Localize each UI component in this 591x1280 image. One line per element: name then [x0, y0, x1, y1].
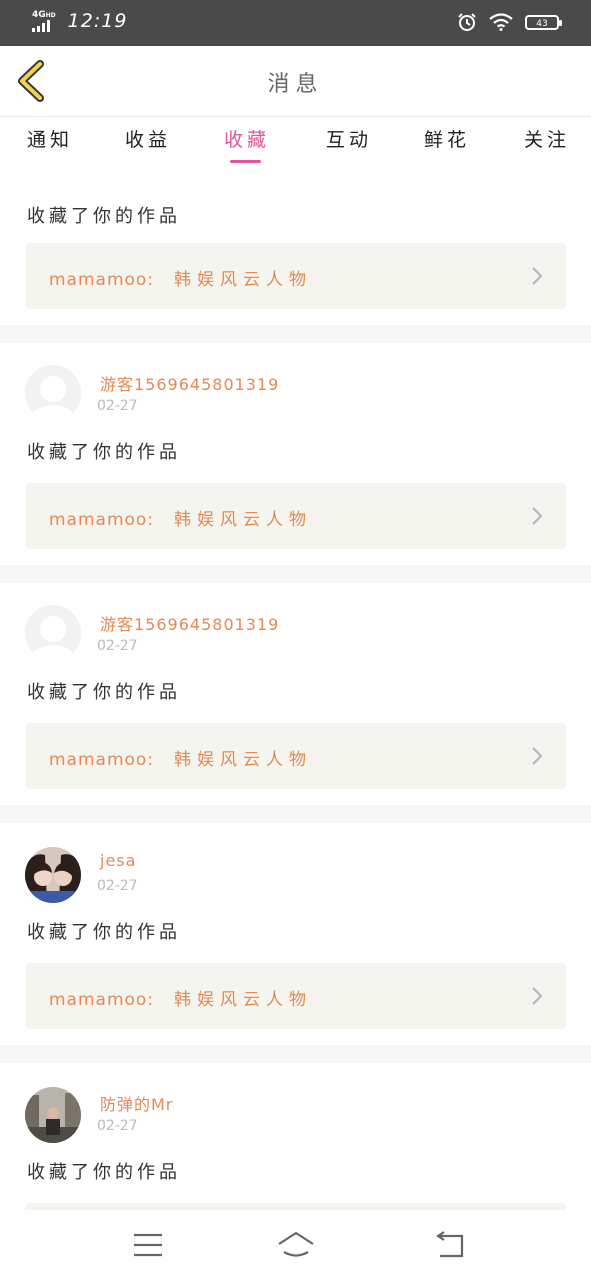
message-date: 02-27	[97, 1118, 138, 1134]
signal-icon	[32, 19, 56, 32]
status-left: 4GHD 12:19	[32, 10, 127, 32]
menu-icon[interactable]	[128, 1228, 168, 1262]
default-avatar-icon	[25, 365, 81, 421]
divider	[0, 565, 591, 583]
tab-interactions[interactable]: 互动	[326, 125, 372, 152]
username[interactable]: 游客1569645801319	[100, 371, 279, 395]
tab-notifications[interactable]: 通知	[27, 125, 73, 152]
message-action: 收藏了你的作品	[27, 682, 181, 703]
work-link[interactable]: mamamoo: 韩娱风云人物	[25, 963, 566, 1029]
username[interactable]: jesa	[100, 851, 136, 870]
work-author: mamamoo:	[49, 750, 155, 770]
list-item: jesa 02-27 收藏了你的作品 mamamoo: 韩娱风云人物	[0, 823, 591, 1043]
username[interactable]: 游客1569645801319	[100, 611, 279, 635]
battery-level: 43	[536, 18, 548, 29]
message-action: 收藏了你的作品	[27, 1162, 181, 1183]
wifi-icon	[489, 13, 513, 31]
work-title: mamamoo: 韩娱风云人物	[49, 745, 312, 770]
network-type: 4G	[32, 9, 46, 20]
work-title: mamamoo: 韩娱风云人物	[49, 265, 312, 290]
work-link[interactable]: mamamoo: 韩娱风云人物	[25, 243, 566, 309]
tab-bar: 通知 收益 收藏 互动 鲜花 关注	[0, 117, 591, 165]
avatar[interactable]	[25, 1087, 81, 1143]
work-link[interactable]: mamamoo: 韩娱风云人物	[25, 483, 566, 549]
work-name: 韩娱风云人物	[174, 750, 313, 770]
network-indicator: 4GHD	[32, 9, 56, 32]
message-date: 02-27	[97, 398, 138, 414]
clock: 12:19	[67, 10, 128, 32]
network-hd: HD	[45, 11, 56, 19]
message-action: 收藏了你的作品	[27, 922, 181, 943]
work-link[interactable]: mamamoo: 韩娱风云人物	[25, 723, 566, 789]
work-name: 韩娱风云人物	[174, 270, 313, 290]
status-right: 43	[457, 12, 562, 32]
battery-icon: 43	[525, 14, 562, 30]
username[interactable]: 防弹的Mr	[100, 1091, 173, 1115]
home-icon[interactable]	[276, 1228, 316, 1262]
system-nav-bar	[0, 1210, 591, 1280]
message-date: 02-27	[97, 878, 138, 894]
chevron-right-icon	[532, 987, 543, 1005]
status-bar: 4GHD 12:19 43	[0, 0, 591, 46]
active-tab-indicator	[230, 160, 261, 163]
tab-follows[interactable]: 关注	[524, 125, 570, 152]
back-icon[interactable]	[430, 1228, 470, 1262]
avatar[interactable]	[25, 365, 81, 421]
page-title: 消息	[267, 72, 324, 97]
message-action: 收藏了你的作品	[27, 442, 181, 463]
divider	[0, 325, 591, 343]
alarm-icon	[458, 13, 476, 31]
work-name: 韩娱风云人物	[174, 990, 313, 1010]
list-item: 游客1569645801319 02-27 收藏了你的作品 mamamoo: 韩娱…	[0, 583, 591, 803]
work-author: mamamoo:	[49, 270, 155, 290]
avatar-photo	[25, 847, 81, 903]
work-title: mamamoo: 韩娱风云人物	[49, 505, 312, 530]
list-item: 游客1569645801319 02-27 收藏了你的作品 mamamoo: 韩娱…	[0, 343, 591, 563]
avatar-photo	[25, 1087, 81, 1143]
message-list[interactable]: 收藏了你的作品 mamamoo: 韩娱风云人物 游客1569645801319 0…	[0, 165, 591, 1210]
chevron-right-icon	[532, 507, 543, 525]
avatar[interactable]	[25, 847, 81, 903]
work-author: mamamoo:	[49, 990, 155, 1010]
chevron-right-icon	[532, 747, 543, 765]
work-author: mamamoo:	[49, 510, 155, 530]
divider	[0, 805, 591, 823]
list-item: 收藏了你的作品 mamamoo: 韩娱风云人物	[0, 165, 591, 325]
header: 消息	[0, 46, 591, 117]
tab-flowers[interactable]: 鲜花	[424, 125, 470, 152]
message-action: 收藏了你的作品	[27, 206, 181, 227]
work-link[interactable]	[25, 1203, 566, 1210]
work-name: 韩娱风云人物	[174, 510, 313, 530]
default-avatar-icon	[25, 605, 81, 661]
divider	[0, 1045, 591, 1063]
avatar[interactable]	[25, 605, 81, 661]
tab-favorites[interactable]: 收藏	[224, 125, 270, 152]
list-item: 防弹的Mr 02-27 收藏了你的作品	[0, 1063, 591, 1210]
chevron-right-icon	[532, 267, 543, 285]
message-date: 02-27	[97, 638, 138, 654]
work-title: mamamoo: 韩娱风云人物	[49, 985, 312, 1010]
tab-earnings[interactable]: 收益	[125, 125, 171, 152]
